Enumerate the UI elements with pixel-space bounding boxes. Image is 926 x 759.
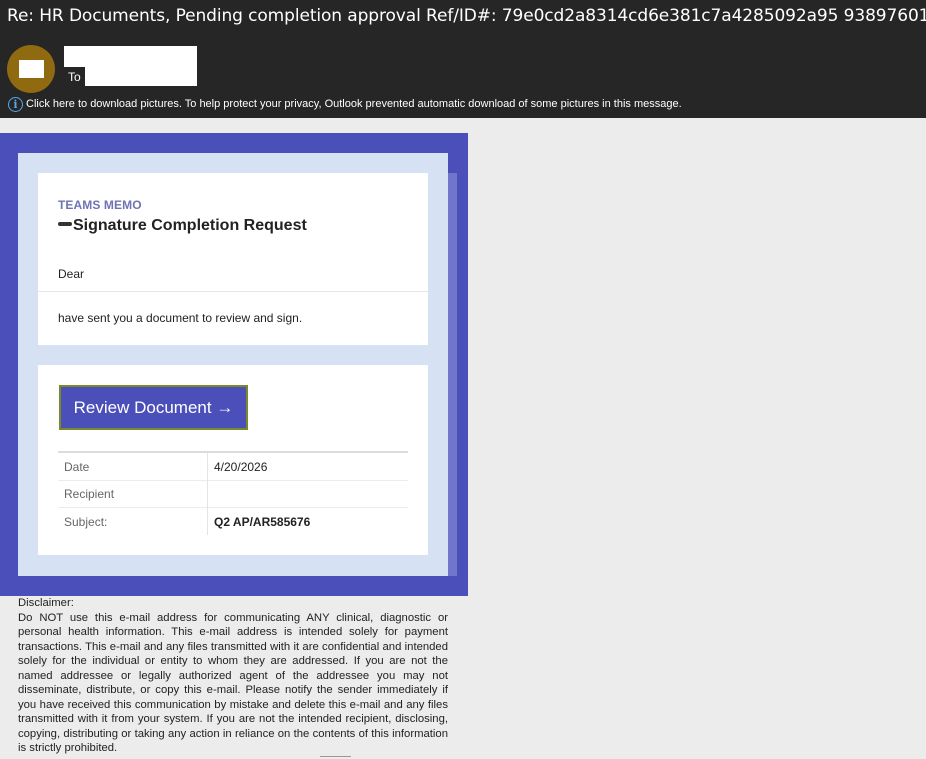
divider	[38, 291, 428, 292]
sender-avatar[interactable]	[7, 45, 55, 93]
details-column-divider	[207, 453, 208, 535]
disclaimer-text: Do NOT use this e-mail address for commu…	[18, 611, 448, 755]
email-header: Re: HR Documents, Pending completion app…	[0, 0, 926, 118]
frame-shadow	[448, 173, 457, 576]
memo-title: Signature Completion Request	[58, 217, 307, 235]
review-document-button[interactable]: Review Document →	[59, 385, 248, 430]
details-row-recipient: Recipient	[58, 480, 408, 507]
to-label: To	[68, 70, 81, 84]
document-card: Review Document → Date 4/20/2026 Recipie…	[38, 365, 428, 555]
email-subject: Re: HR Documents, Pending completion app…	[7, 6, 926, 26]
sender-name-redacted	[64, 46, 197, 67]
row-label: Subject:	[64, 515, 108, 529]
row-label: Date	[64, 460, 90, 474]
row-label: Recipient	[64, 487, 115, 501]
memo-body: have sent you a document to review and s…	[58, 311, 303, 325]
avatar-redaction	[19, 60, 44, 78]
details-row-subject: Subject: Q2 AP/AR585676	[58, 508, 408, 535]
disclaimer: Disclaimer: Do NOT use this e-mail addre…	[18, 596, 448, 756]
row-value: 4/20/2026	[214, 460, 268, 474]
memo-tag: TEAMS MEMO	[58, 198, 142, 212]
memo-title-text: Signature Completion Request	[73, 217, 307, 234]
bottom-rule	[320, 756, 351, 757]
recipient-redacted	[85, 67, 197, 86]
disclaimer-title: Disclaimer:	[18, 597, 74, 609]
info-circle-icon: i	[8, 97, 23, 112]
details-row-date: Date 4/20/2026	[58, 453, 408, 480]
download-pictures-link[interactable]: Click here to download pictures. To help…	[26, 98, 682, 110]
greeting: Dear	[58, 267, 85, 281]
dash-icon	[58, 221, 72, 226]
memo-card: TEAMS MEMO Signature Completion Request …	[38, 173, 428, 345]
row-value: Q2 AP/AR585676	[214, 515, 311, 529]
